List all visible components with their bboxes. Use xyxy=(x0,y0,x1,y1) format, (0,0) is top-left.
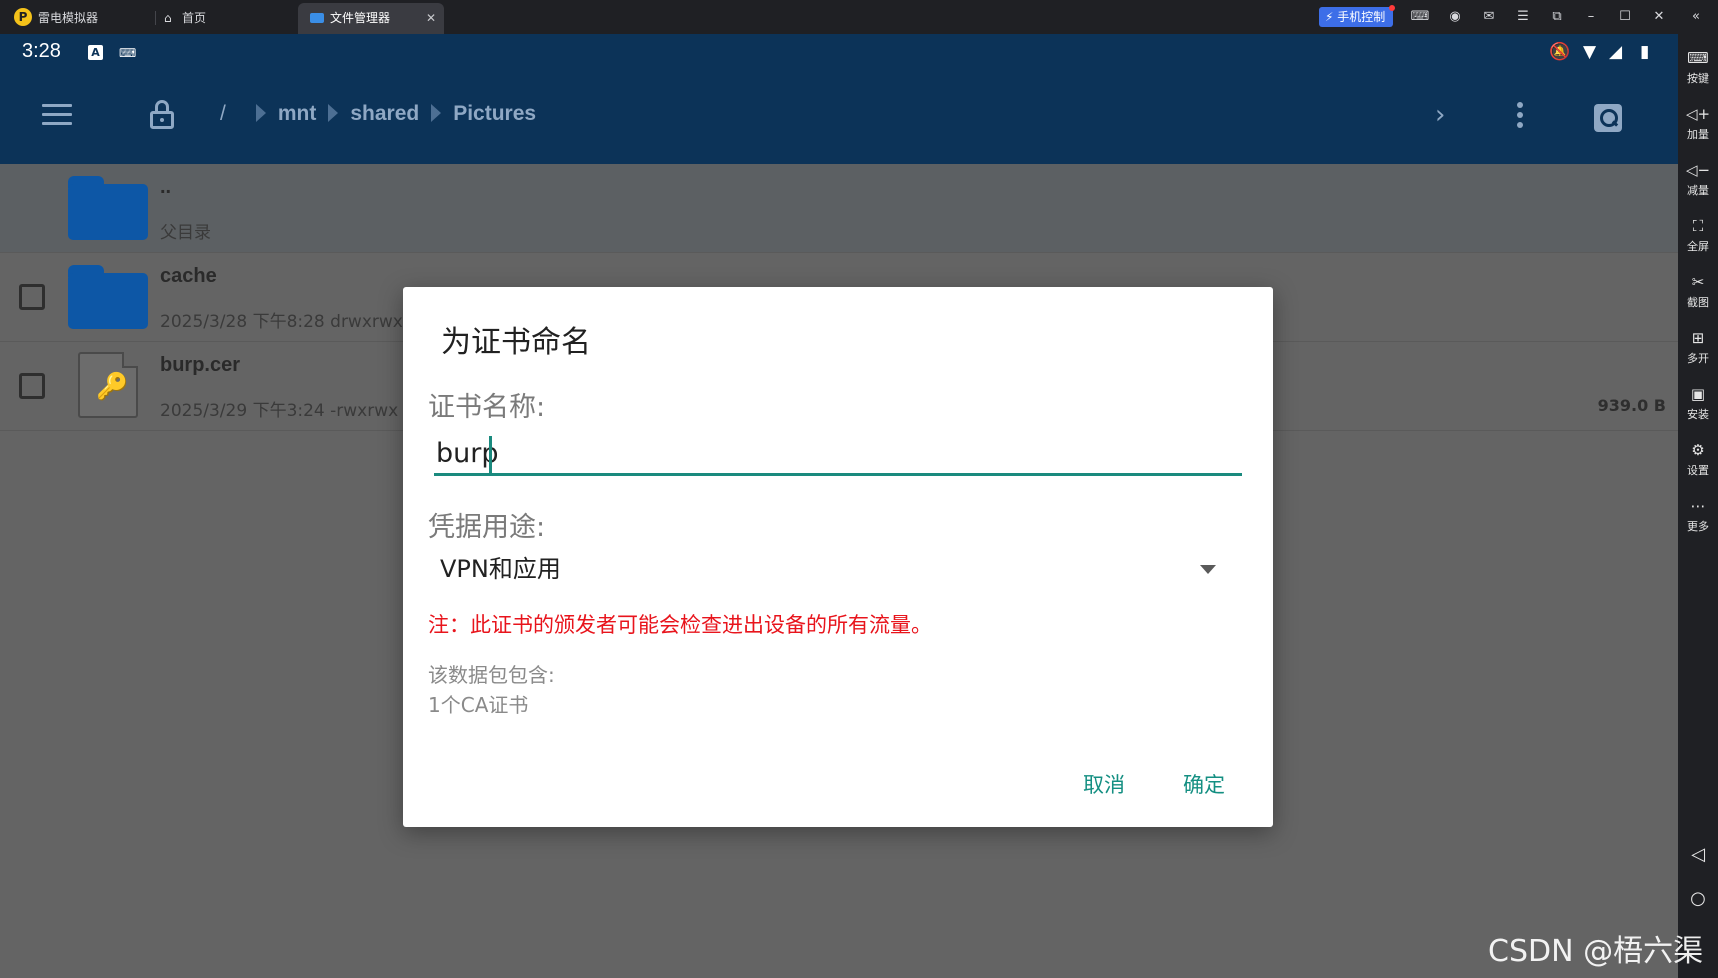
sidebar-item-screenshot[interactable]: ✂ 截图 xyxy=(1678,272,1718,310)
tab-file-manager-label: 文件管理器 xyxy=(330,11,391,25)
volume-up-icon: ◁+ xyxy=(1685,105,1711,123)
lock-icon[interactable] xyxy=(150,100,174,130)
breadcrumb-separator-icon xyxy=(255,104,266,122)
sidebar-item-more[interactable]: ⋯ 更多 xyxy=(1678,496,1718,534)
more-icon: ⋯ xyxy=(1690,497,1706,515)
wifi-icon: ▼ xyxy=(1583,42,1597,62)
notification-a-icon: A xyxy=(88,45,103,60)
emulator-titlebar: P 雷电模拟器 ⌂ 首页 文件管理器 ✕ ⚡ 手机控制 ⌨ ◉ ✉ ☰ ⧉ – ☐… xyxy=(0,0,1718,34)
dropdown-arrow-icon[interactable] xyxy=(1200,565,1216,574)
account-icon[interactable]: ◉ xyxy=(1445,7,1465,27)
select-checkbox[interactable] xyxy=(19,373,45,399)
status-clock: 3:28 xyxy=(22,40,61,62)
list-item-parent-dir[interactable]: .. 父目录 xyxy=(0,164,1678,253)
credential-usage-select[interactable]: VPN和应用 xyxy=(434,549,1204,589)
breadcrumb-pictures[interactable]: Pictures xyxy=(453,102,536,125)
cancel-button[interactable]: 取消 xyxy=(1083,769,1125,799)
sidebar-item-volume-up[interactable]: ◁+ 加量 xyxy=(1678,104,1718,142)
certificate-name-label: 证书名称: xyxy=(428,392,546,423)
file-name: cache xyxy=(160,265,217,287)
collapse-sidebar-icon[interactable]: « xyxy=(1686,7,1706,27)
apk-install-icon: ▣ xyxy=(1690,385,1706,403)
more-vert-icon[interactable] xyxy=(1517,102,1523,132)
app-bar: / mnt shared Pictures › xyxy=(0,72,1678,196)
tab-home[interactable]: ⌂ 首页 xyxy=(164,3,206,34)
maximize-icon[interactable]: ☐ xyxy=(1615,7,1635,27)
home-circle-icon[interactable]: ○ xyxy=(1678,888,1718,909)
csdn-watermark: CSDN @梧六渠 xyxy=(1488,934,1704,969)
keyboard-icon: ⌨ xyxy=(119,46,137,60)
phone-control-button[interactable]: ⚡ 手机控制 xyxy=(1319,5,1396,27)
notifications-off-icon: 🔕 xyxy=(1549,42,1571,62)
folder-icon xyxy=(68,176,148,240)
restore-window-icon[interactable]: ⧉ xyxy=(1547,7,1567,27)
sidebar-item-settings[interactable]: ⚙ 设置 xyxy=(1678,440,1718,478)
file-meta: 父目录 xyxy=(160,223,211,243)
file-name: burp.cer xyxy=(160,354,241,376)
notification-dot xyxy=(1389,5,1396,11)
emulator-logo-icon: P xyxy=(14,8,32,26)
file-meta: 2025/3/29 下午3:24 -rwxrwx xyxy=(160,401,399,421)
sidebar-item-keymap[interactable]: ⌨ 按键 xyxy=(1678,48,1718,86)
file-size: 939.0 B xyxy=(1597,396,1666,415)
text-cursor xyxy=(489,436,492,474)
dialog-title: 为证书命名 xyxy=(441,325,591,360)
minimize-icon[interactable]: – xyxy=(1581,7,1601,27)
emulator-app-name: 雷电模拟器 xyxy=(38,11,99,25)
lightning-icon: ⚡ xyxy=(1325,10,1334,24)
ok-button[interactable]: 确定 xyxy=(1183,769,1225,799)
breadcrumb-shared[interactable]: shared xyxy=(350,102,419,125)
search-icon[interactable] xyxy=(1594,104,1622,132)
select-checkbox[interactable] xyxy=(19,284,45,310)
phone-control-label: 手机控制 xyxy=(1337,10,1386,24)
back-icon[interactable]: ◁ xyxy=(1678,844,1718,865)
close-icon[interactable]: ✕ xyxy=(1649,7,1669,27)
certificate-warning-text: 注：此证书的颁发者可能会检查进出设备的所有流量。 xyxy=(428,613,932,637)
tab-home-label: 首页 xyxy=(182,11,207,25)
sidebar-item-multi-instance[interactable]: ⊞ 多开 xyxy=(1678,328,1718,366)
breadcrumb-separator-icon xyxy=(431,104,442,122)
breadcrumb-root[interactable]: / xyxy=(220,102,226,125)
file-name: .. xyxy=(160,176,172,198)
menu-icon[interactable]: ☰ xyxy=(1513,7,1533,27)
sidebar-item-fullscreen[interactable]: ⛶ 全屏 xyxy=(1678,216,1718,254)
hamburger-menu-icon[interactable] xyxy=(42,104,72,128)
android-screen: 3:28 A ⌨ 🔕 ▼ ◢ ▮ / mnt shared Pictures › ..… xyxy=(0,34,1678,978)
breadcrumb: / mnt shared Pictures xyxy=(220,102,536,126)
scissors-icon: ✂ xyxy=(1691,273,1705,291)
settings-icon: ⚙ xyxy=(1691,441,1705,459)
home-icon: ⌂ xyxy=(164,11,172,25)
fullscreen-icon: ⛶ xyxy=(1692,217,1704,235)
multi-instance-icon: ⊞ xyxy=(1691,329,1705,347)
credential-usage-label: 凭据用途: xyxy=(428,512,546,543)
name-certificate-dialog: 为证书命名 证书名称: 凭据用途: VPN和应用 注：此证书的颁发者可能会检查进… xyxy=(403,287,1273,827)
package-contents-label: 该数据包包含: xyxy=(428,663,555,687)
emulator-sidebar: ⌨ 按键 ◁+ 加量 ◁− 减量 ⛶ 全屏 ✂ 截图 ⊞ 多开 ▣ 安装 ⚙ 设置 ⋯ 更多 ◁ … xyxy=(1678,34,1718,978)
gamepad-icon[interactable]: ⌨ xyxy=(1410,7,1430,27)
volume-down-icon: ◁− xyxy=(1685,161,1711,179)
tab-file-manager[interactable]: 文件管理器 ✕ xyxy=(298,3,444,34)
package-contents-value: 1个CA证书 xyxy=(428,693,529,717)
breadcrumb-separator-icon xyxy=(328,104,339,122)
breadcrumb-mnt[interactable]: mnt xyxy=(278,102,317,125)
tab-close-icon[interactable]: ✕ xyxy=(426,3,436,34)
certificate-name-input[interactable] xyxy=(434,434,1242,476)
status-bar: 3:28 A ⌨ 🔕 ▼ ◢ ▮ xyxy=(0,34,1678,72)
keyboard-icon: ⌨ xyxy=(1687,49,1709,67)
key-file-icon: 🔑 xyxy=(78,352,138,418)
mail-icon[interactable]: ✉ xyxy=(1479,7,1499,27)
sidebar-item-volume-down[interactable]: ◁− 减量 xyxy=(1678,160,1718,198)
tab-divider xyxy=(155,11,156,25)
file-meta: 2025/3/28 下午8:28 drwxrwx xyxy=(160,312,403,332)
sidebar-item-install-apk[interactable]: ▣ 安装 xyxy=(1678,384,1718,422)
chevron-right-icon[interactable]: › xyxy=(1435,100,1445,130)
battery-charging-icon: ▮ xyxy=(1640,42,1650,62)
signal-icon: ◢ xyxy=(1609,42,1623,62)
folder-icon xyxy=(68,265,148,329)
folder-icon xyxy=(310,13,324,23)
